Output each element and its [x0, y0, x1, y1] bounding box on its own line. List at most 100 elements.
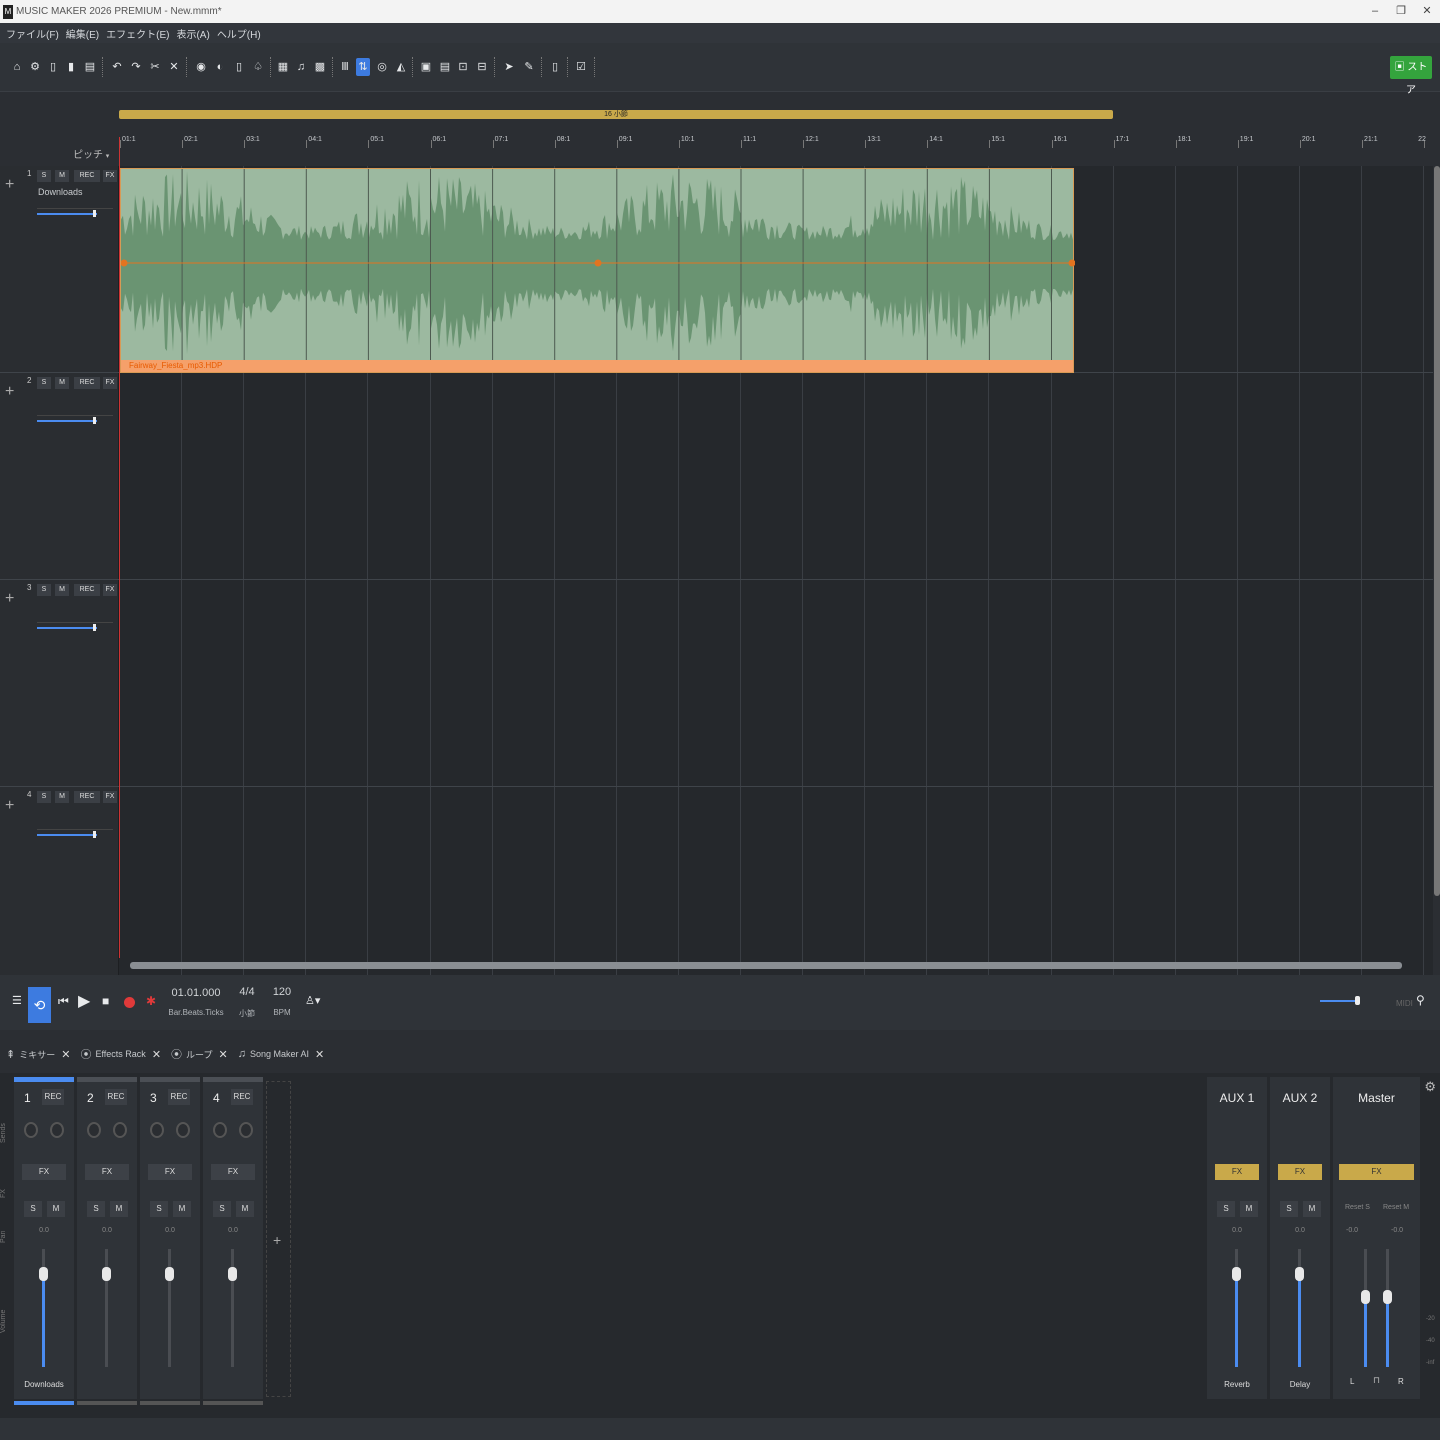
mute-button[interactable]: M [236, 1201, 254, 1217]
keyboard-icon[interactable]: ▦ [276, 58, 290, 76]
track-pan-slider[interactable] [37, 829, 113, 830]
time-signature[interactable]: 4/4 [234, 986, 260, 998]
send-knob[interactable] [176, 1122, 190, 1138]
home-icon[interactable]: ⌂ [10, 58, 24, 76]
record-arm-button[interactable]: REC [231, 1089, 253, 1105]
solo-button[interactable]: S [37, 377, 51, 389]
mute-button[interactable]: M [1240, 1201, 1258, 1217]
record-arm-button[interactable]: REC [74, 377, 100, 389]
expand-icon[interactable]: + [5, 176, 14, 194]
undo-icon[interactable]: ↶ [110, 58, 124, 76]
reset-mute-button[interactable]: Reset M [1383, 1204, 1409, 1211]
close-icon[interactable]: ✕ [152, 1048, 161, 1061]
record-arm-button[interactable]: REC [74, 791, 100, 803]
save-icon[interactable]: ▤ [83, 58, 97, 76]
solo-button[interactable]: S [24, 1201, 42, 1217]
mute-button[interactable]: M [1303, 1201, 1321, 1217]
aux-fx-button[interactable]: FX [1215, 1164, 1259, 1180]
close-icon[interactable]: ✕ [315, 1048, 324, 1061]
record-arm-button[interactable]: REC [74, 584, 100, 596]
master-fx-button[interactable]: FX [1339, 1164, 1414, 1180]
fader-knob[interactable] [39, 1267, 48, 1281]
track-volume-knob[interactable] [93, 831, 96, 838]
image-icon[interactable]: ▣ [419, 58, 433, 76]
redo-icon[interactable]: ↷ [129, 58, 143, 76]
expand-icon[interactable]: + [5, 383, 14, 401]
expand-icon[interactable]: + [5, 590, 14, 608]
solo-button[interactable]: S [150, 1201, 168, 1217]
checkbox-icon[interactable]: ☑ [574, 58, 588, 76]
instrument-icon[interactable]: ◐ [213, 58, 227, 76]
track-list-icon[interactable]: ☰ [12, 994, 22, 1007]
track-pan-slider[interactable] [37, 622, 113, 623]
track-header[interactable]: + 3 S M REC FX [0, 580, 119, 786]
fader-knob[interactable] [1295, 1267, 1304, 1281]
record-mode-icon[interactable]: ◉ [194, 58, 208, 76]
stop-button[interactable]: ■ [102, 994, 109, 1008]
document-icon[interactable]: ▯ [232, 58, 246, 76]
aux-fx-button[interactable]: FX [1278, 1164, 1322, 1180]
horizontal-scrollbar[interactable] [130, 962, 1402, 969]
fader-knob[interactable] [1383, 1290, 1392, 1304]
zoom-slider[interactable] [1320, 1000, 1360, 1002]
disc-icon[interactable]: ◎ [375, 58, 389, 76]
tempo-display[interactable]: 120 [268, 986, 296, 998]
list-icon[interactable]: ▤ [438, 58, 452, 76]
track-volume-knob[interactable] [93, 417, 96, 424]
expand-icon[interactable]: + [5, 797, 14, 815]
track-fx-button[interactable]: FX [103, 170, 117, 182]
track-volume-slider[interactable] [37, 834, 97, 836]
tab-mixer[interactable]: ⇞ ミキサー ✕ [6, 1048, 70, 1061]
send-knob[interactable] [150, 1122, 164, 1138]
play-clip-icon[interactable]: ⊡ [456, 58, 470, 76]
mixer-settings-icon[interactable]: ⚙ [1424, 1079, 1436, 1095]
track-fx-button[interactable]: FX [103, 791, 117, 803]
solo-button[interactable]: S [87, 1201, 105, 1217]
track-lane[interactable] [119, 373, 1433, 579]
add-channel-area[interactable]: + [266, 1081, 291, 1397]
send-knob[interactable] [213, 1122, 227, 1138]
track-fx-button[interactable]: FX [103, 377, 117, 389]
track-fx-button[interactable]: FX [103, 584, 117, 596]
record-arm-button[interactable]: REC [105, 1089, 127, 1105]
new-file-icon[interactable]: ▯ [46, 58, 60, 76]
solo-button[interactable]: S [1217, 1201, 1235, 1217]
envelope-point[interactable] [594, 259, 602, 267]
monitor-icon[interactable]: ▯ [548, 58, 562, 76]
send-knob[interactable] [113, 1122, 127, 1138]
close-icon[interactable]: ✕ [1414, 0, 1440, 22]
maximize-icon[interactable]: ❐ [1388, 0, 1414, 22]
record-arm-button[interactable]: REC [168, 1089, 190, 1105]
reset-solo-button[interactable]: Reset S [1345, 1204, 1370, 1211]
solo-button[interactable]: S [37, 584, 51, 596]
menu-file[interactable]: ファイル(F) [6, 26, 59, 41]
fader-knob[interactable] [228, 1267, 237, 1281]
master-fader-left[interactable] [1364, 1249, 1367, 1367]
channel-fx-button[interactable]: FX [85, 1164, 129, 1180]
cut-icon[interactable]: ✂ [148, 58, 162, 76]
pitch-label[interactable]: ピッチ ▾ [73, 146, 109, 161]
piano-icon[interactable]: Ⅲ [338, 58, 352, 76]
playhead[interactable] [119, 137, 120, 958]
fader-knob[interactable] [102, 1267, 111, 1281]
solo-button[interactable]: S [37, 791, 51, 803]
store-button[interactable]: ▣ ストア [1390, 56, 1432, 96]
channel-fx-button[interactable]: FX [22, 1164, 66, 1180]
vertical-scrollbar[interactable] [1434, 166, 1440, 896]
bulb-icon[interactable]: ♤ [251, 58, 265, 76]
snap-icon[interactable]: ⇅ [356, 58, 370, 76]
menu-help[interactable]: ヘルプ(H) [217, 26, 261, 41]
mute-button[interactable]: M [173, 1201, 191, 1217]
zoom-slider-knob[interactable] [1355, 996, 1360, 1005]
cursor-icon[interactable]: ➤ [502, 58, 516, 76]
open-file-icon[interactable]: ▮ [64, 58, 78, 76]
tab-loop[interactable]: ⦿ ループ ✕ [171, 1046, 228, 1062]
master-fader-right[interactable] [1386, 1249, 1389, 1367]
fader-knob[interactable] [1232, 1267, 1241, 1281]
note-icon[interactable]: ♫ [294, 58, 308, 76]
split-icon[interactable]: ⊟ [475, 58, 489, 76]
mute-button[interactable]: M [55, 584, 69, 596]
channel-fx-button[interactable]: FX [211, 1164, 255, 1180]
play-button[interactable]: ▶ [78, 991, 90, 1011]
mute-button[interactable]: M [110, 1201, 128, 1217]
